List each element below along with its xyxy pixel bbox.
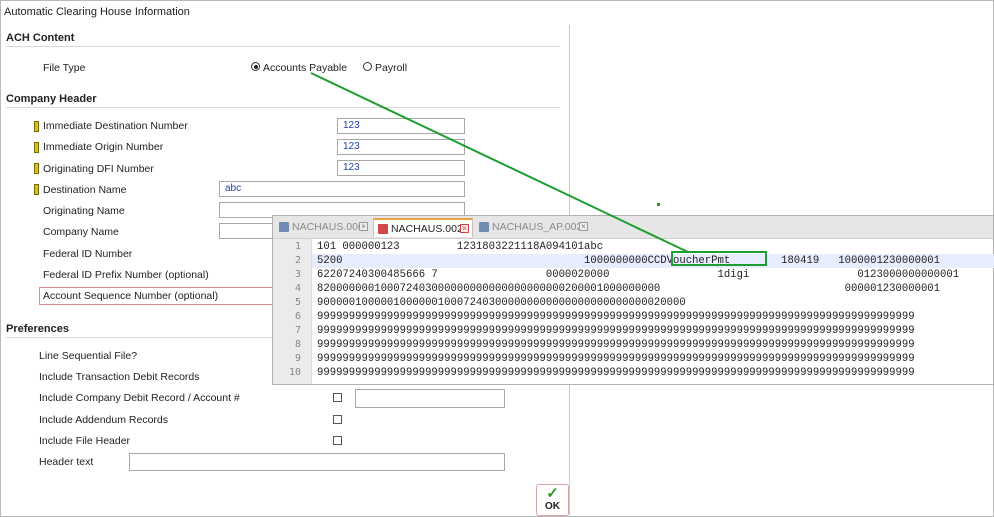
include-addendum-label: Include Addendum Records — [39, 414, 168, 426]
radio-payroll[interactable] — [363, 62, 372, 71]
line-number: 2 — [294, 255, 301, 266]
account-sequence-field[interactable]: Account Sequence Number (optional) — [39, 287, 279, 305]
code-line[interactable]: 9999999999999999999999999999999999999999… — [317, 324, 915, 338]
originating-dfi-input[interactable]: 123 — [337, 160, 465, 176]
include-file-header-label: Include File Header — [39, 435, 131, 447]
file-icon — [479, 222, 489, 232]
line-number: 7 — [294, 325, 301, 336]
header-text-label: Header text — [39, 456, 94, 468]
line-number: 4 — [294, 283, 301, 294]
dialog-title: Automatic Clearing House Information — [4, 6, 190, 18]
immediate-origin-label: Immediate Origin Number — [43, 141, 164, 153]
account-sequence-label: Account Sequence Number (optional) — [43, 290, 219, 302]
section-ach-content: ACH Content — [6, 32, 75, 44]
required-marker-icon — [34, 184, 39, 195]
radio-accounts-payable-label[interactable]: Accounts Payable — [263, 62, 347, 74]
destination-name-label: Destination Name — [43, 184, 127, 196]
company-name-input[interactable] — [219, 223, 279, 239]
include-file-header-checkbox[interactable] — [333, 436, 342, 445]
line-sequential-label: Line Sequential File? — [39, 350, 138, 362]
code-line[interactable]: 101 000000123 1231803221118A094101abc — [317, 240, 603, 254]
include-transaction-debit-label: Include Transaction Debit Records — [39, 371, 200, 383]
immediate-origin-input[interactable]: 123 — [337, 139, 465, 155]
code-line[interactable]: 9999999999999999999999999999999999999999… — [317, 366, 915, 380]
code-line[interactable]: 9999999999999999999999999999999999999999… — [317, 352, 915, 366]
company-name-label: Company Name — [43, 226, 119, 238]
code-line[interactable]: 9000001000001000000100072403000000000000… — [317, 296, 686, 310]
editor-tab-bar: NACHAUS.000 × NACHAUS.002 × NACHAUS_AP.0… — [273, 216, 993, 239]
line-number: 9 — [294, 353, 301, 364]
include-addendum-checkbox[interactable] — [333, 415, 342, 424]
company-debit-account-input[interactable] — [355, 389, 505, 408]
tab-nachaus-ap-002[interactable]: NACHAUS_AP.002 × — [475, 218, 591, 237]
destination-name-input[interactable]: abc — [219, 181, 465, 197]
file-icon — [378, 224, 388, 234]
header-text-input[interactable] — [129, 453, 505, 471]
close-icon[interactable]: × — [579, 222, 588, 231]
tab-label: NACHAUS.000 — [292, 221, 364, 233]
line-number: 5 — [294, 297, 301, 308]
required-marker-icon — [34, 142, 39, 153]
required-marker-icon — [34, 121, 39, 132]
originating-name-label: Originating Name — [43, 205, 125, 217]
line-number: 8 — [294, 339, 301, 350]
code-line[interactable]: 9999999999999999999999999999999999999999… — [317, 310, 915, 324]
immediate-destination-input[interactable]: 123 — [337, 118, 465, 134]
line-number: 6 — [294, 311, 301, 322]
annotation-dot — [657, 203, 660, 206]
code-line[interactable]: 5200 1000000000CCDVoucherPmt 180419 1000… — [317, 254, 940, 268]
tab-nachaus-000[interactable]: NACHAUS.000 × — [275, 218, 371, 237]
tab-label: NACHAUS_AP.002 — [492, 221, 583, 233]
file-type-label: File Type — [43, 62, 86, 74]
close-icon[interactable]: × — [359, 222, 368, 231]
federal-id-label: Federal ID Number — [43, 248, 133, 260]
federal-id-prefix-label: Federal ID Prefix Number (optional) — [43, 269, 209, 281]
section-company-header: Company Header — [6, 93, 97, 105]
line-number: 3 — [294, 269, 301, 280]
annotation-highlight-box — [671, 251, 767, 266]
include-company-debit-checkbox[interactable] — [333, 393, 342, 402]
tab-label: NACHAUS.002 — [391, 223, 463, 235]
text-editor-panel: NACHAUS.000 × NACHAUS.002 × NACHAUS_AP.0… — [272, 215, 994, 385]
code-line[interactable]: 9999999999999999999999999999999999999999… — [317, 338, 915, 352]
code-line[interactable]: 62207240300485666 7 0000020000 1digi 012… — [317, 268, 959, 282]
section-preferences: Preferences — [6, 323, 69, 335]
section-divider — [6, 46, 560, 47]
radio-accounts-payable[interactable] — [251, 62, 260, 71]
radio-payroll-label[interactable]: Payroll — [375, 62, 407, 74]
ok-button-label: OK — [545, 501, 560, 512]
tab-nachaus-002[interactable]: NACHAUS.002 × — [373, 218, 473, 237]
checkmark-icon: ✓ — [546, 485, 559, 502]
close-icon[interactable]: × — [460, 224, 469, 233]
originating-dfi-label: Originating DFI Number — [43, 163, 154, 175]
file-icon — [279, 222, 289, 232]
line-number: 10 — [288, 367, 301, 378]
include-company-debit-label: Include Company Debit Record / Account # — [39, 392, 240, 404]
ok-button[interactable]: ✓ OK — [536, 484, 569, 516]
section-divider — [6, 107, 560, 108]
code-line[interactable]: 8200000001000724030000000000000000000002… — [317, 282, 940, 296]
line-number: 1 — [294, 241, 301, 252]
immediate-destination-label: Immediate Destination Number — [43, 120, 188, 132]
required-marker-icon — [34, 163, 39, 174]
